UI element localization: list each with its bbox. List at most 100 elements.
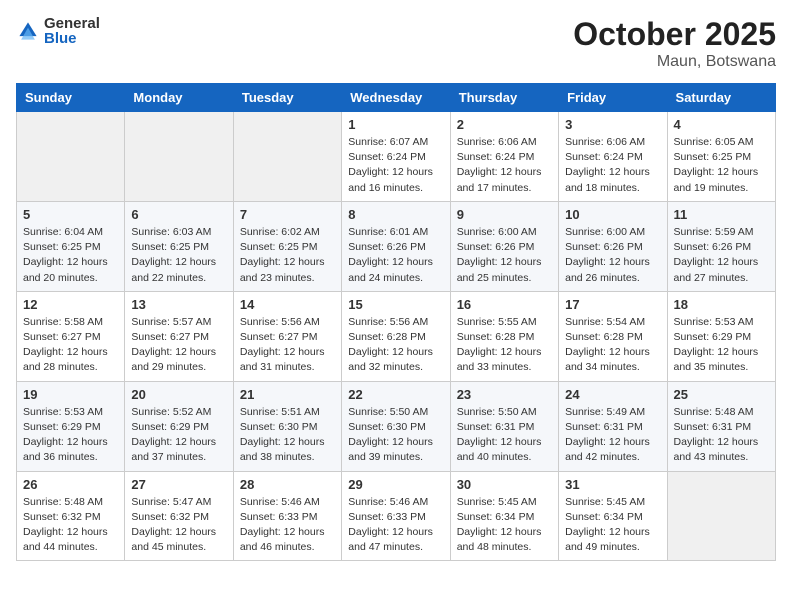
day-number: 31	[565, 477, 660, 492]
day-info: Sunrise: 5:55 AM Sunset: 6:28 PM Dayligh…	[457, 315, 552, 376]
day-number: 5	[23, 207, 118, 222]
day-info: Sunrise: 5:54 AM Sunset: 6:28 PM Dayligh…	[565, 315, 660, 376]
calendar-day-cell: 31Sunrise: 5:45 AM Sunset: 6:34 PM Dayli…	[559, 471, 667, 561]
day-number: 30	[457, 477, 552, 492]
day-info: Sunrise: 6:03 AM Sunset: 6:25 PM Dayligh…	[131, 225, 226, 286]
day-info: Sunrise: 6:04 AM Sunset: 6:25 PM Dayligh…	[23, 225, 118, 286]
calendar-day-cell: 25Sunrise: 5:48 AM Sunset: 6:31 PM Dayli…	[667, 381, 775, 471]
weekday-header: Tuesday	[233, 84, 341, 112]
calendar-week-row: 5 Sunrise: 6:04 AM Sunset: 6:25 PM Daylig…	[17, 201, 776, 291]
calendar-day-cell: 21Sunrise: 5:51 AM Sunset: 6:30 PM Dayli…	[233, 381, 341, 471]
day-info: Sunrise: 5:50 AM Sunset: 6:30 PM Dayligh…	[348, 405, 443, 466]
calendar-week-row: 12 Sunrise: 5:58 AM Sunset: 6:27 PM Dayli…	[17, 291, 776, 381]
calendar-day-cell	[17, 112, 125, 202]
day-number: 6	[131, 207, 226, 222]
calendar-day-cell: 11 Sunrise: 5:59 AM Sunset: 6:26 PM Dayli…	[667, 201, 775, 291]
calendar-day-cell: 10 Sunrise: 6:00 AM Sunset: 6:26 PM Dayli…	[559, 201, 667, 291]
day-info: Sunrise: 6:07 AM Sunset: 6:24 PM Dayligh…	[348, 135, 443, 196]
calendar-day-cell	[125, 112, 233, 202]
calendar-day-cell: 15 Sunrise: 5:56 AM Sunset: 6:28 PM Dayli…	[342, 291, 450, 381]
day-info: Sunrise: 6:01 AM Sunset: 6:26 PM Dayligh…	[348, 225, 443, 286]
day-info: Sunrise: 5:49 AM Sunset: 6:31 PM Dayligh…	[565, 405, 660, 466]
day-info: Sunrise: 5:57 AM Sunset: 6:27 PM Dayligh…	[131, 315, 226, 376]
logo-text: General Blue	[44, 16, 100, 46]
weekday-header: Thursday	[450, 84, 558, 112]
calendar-day-cell: 16Sunrise: 5:55 AM Sunset: 6:28 PM Dayli…	[450, 291, 558, 381]
day-number: 27	[131, 477, 226, 492]
calendar-header-row: SundayMondayTuesdayWednesdayThursdayFrid…	[17, 84, 776, 112]
title-block: October 2025 Maun, Botswana	[573, 16, 776, 71]
day-number: 29	[348, 477, 443, 492]
calendar-day-cell: 12 Sunrise: 5:58 AM Sunset: 6:27 PM Dayli…	[17, 291, 125, 381]
day-number: 14	[240, 297, 335, 312]
calendar-day-cell: 3 Sunrise: 6:06 AM Sunset: 6:24 PM Daylig…	[559, 112, 667, 202]
calendar-day-cell: 23 Sunrise: 5:50 AM Sunset: 6:31 PM Dayli…	[450, 381, 558, 471]
day-info: Sunrise: 5:46 AM Sunset: 6:33 PM Dayligh…	[240, 495, 335, 556]
day-number: 15	[348, 297, 443, 312]
day-number: 22	[348, 387, 443, 402]
day-info: Sunrise: 5:48 AM Sunset: 6:31 PM Dayligh…	[674, 405, 769, 466]
day-info: Sunrise: 6:06 AM Sunset: 6:24 PM Dayligh…	[457, 135, 552, 196]
day-info: Sunrise: 5:53 AM Sunset: 6:29 PM Dayligh…	[23, 405, 118, 466]
day-number: 10	[565, 207, 660, 222]
day-number: 24	[565, 387, 660, 402]
day-number: 28	[240, 477, 335, 492]
day-info: Sunrise: 5:53 AM Sunset: 6:29 PM Dayligh…	[674, 315, 769, 376]
calendar-day-cell: 19 Sunrise: 5:53 AM Sunset: 6:29 PM Dayli…	[17, 381, 125, 471]
day-number: 19	[23, 387, 118, 402]
logo-general-label: General	[44, 16, 100, 31]
day-number: 20	[131, 387, 226, 402]
day-number: 23	[457, 387, 552, 402]
calendar-day-cell: 27 Sunrise: 5:47 AM Sunset: 6:32 PM Dayli…	[125, 471, 233, 561]
calendar-day-cell: 24 Sunrise: 5:49 AM Sunset: 6:31 PM Dayli…	[559, 381, 667, 471]
day-number: 11	[674, 207, 769, 222]
weekday-header: Friday	[559, 84, 667, 112]
day-info: Sunrise: 5:56 AM Sunset: 6:27 PM Dayligh…	[240, 315, 335, 376]
weekday-header: Monday	[125, 84, 233, 112]
day-info: Sunrise: 5:58 AM Sunset: 6:27 PM Dayligh…	[23, 315, 118, 376]
calendar-week-row: 19 Sunrise: 5:53 AM Sunset: 6:29 PM Dayli…	[17, 381, 776, 471]
calendar-day-cell: 13 Sunrise: 5:57 AM Sunset: 6:27 PM Dayli…	[125, 291, 233, 381]
day-info: Sunrise: 5:46 AM Sunset: 6:33 PM Dayligh…	[348, 495, 443, 556]
day-info: Sunrise: 6:06 AM Sunset: 6:24 PM Dayligh…	[565, 135, 660, 196]
calendar-table: SundayMondayTuesdayWednesdayThursdayFrid…	[16, 83, 776, 561]
day-info: Sunrise: 6:00 AM Sunset: 6:26 PM Dayligh…	[457, 225, 552, 286]
calendar-day-cell: 6 Sunrise: 6:03 AM Sunset: 6:25 PM Daylig…	[125, 201, 233, 291]
day-info: Sunrise: 6:05 AM Sunset: 6:25 PM Dayligh…	[674, 135, 769, 196]
logo-icon	[16, 19, 40, 43]
day-number: 4	[674, 117, 769, 132]
logo-blue-label: Blue	[44, 31, 100, 46]
calendar-day-cell: 9Sunrise: 6:00 AM Sunset: 6:26 PM Daylig…	[450, 201, 558, 291]
day-info: Sunrise: 5:52 AM Sunset: 6:29 PM Dayligh…	[131, 405, 226, 466]
day-number: 13	[131, 297, 226, 312]
page-header: General Blue October 2025 Maun, Botswana	[16, 16, 776, 71]
calendar-day-cell: 17 Sunrise: 5:54 AM Sunset: 6:28 PM Dayli…	[559, 291, 667, 381]
day-info: Sunrise: 6:00 AM Sunset: 6:26 PM Dayligh…	[565, 225, 660, 286]
day-number: 12	[23, 297, 118, 312]
day-info: Sunrise: 5:59 AM Sunset: 6:26 PM Dayligh…	[674, 225, 769, 286]
day-number: 3	[565, 117, 660, 132]
calendar-day-cell: 18Sunrise: 5:53 AM Sunset: 6:29 PM Dayli…	[667, 291, 775, 381]
logo: General Blue	[16, 16, 100, 46]
day-info: Sunrise: 5:45 AM Sunset: 6:34 PM Dayligh…	[457, 495, 552, 556]
weekday-header: Wednesday	[342, 84, 450, 112]
day-number: 26	[23, 477, 118, 492]
day-info: Sunrise: 5:47 AM Sunset: 6:32 PM Dayligh…	[131, 495, 226, 556]
weekday-header: Sunday	[17, 84, 125, 112]
calendar-week-row: 26 Sunrise: 5:48 AM Sunset: 6:32 PM Dayli…	[17, 471, 776, 561]
day-number: 2	[457, 117, 552, 132]
day-info: Sunrise: 6:02 AM Sunset: 6:25 PM Dayligh…	[240, 225, 335, 286]
calendar-day-cell: 8Sunrise: 6:01 AM Sunset: 6:26 PM Daylig…	[342, 201, 450, 291]
calendar-day-cell	[233, 112, 341, 202]
day-info: Sunrise: 5:48 AM Sunset: 6:32 PM Dayligh…	[23, 495, 118, 556]
calendar-day-cell: 22 Sunrise: 5:50 AM Sunset: 6:30 PM Dayli…	[342, 381, 450, 471]
day-number: 17	[565, 297, 660, 312]
day-info: Sunrise: 5:50 AM Sunset: 6:31 PM Dayligh…	[457, 405, 552, 466]
day-number: 1	[348, 117, 443, 132]
calendar-day-cell	[667, 471, 775, 561]
calendar-day-cell: 5 Sunrise: 6:04 AM Sunset: 6:25 PM Daylig…	[17, 201, 125, 291]
day-number: 21	[240, 387, 335, 402]
day-info: Sunrise: 5:56 AM Sunset: 6:28 PM Dayligh…	[348, 315, 443, 376]
location-subtitle: Maun, Botswana	[573, 53, 776, 71]
calendar-day-cell: 1 Sunrise: 6:07 AM Sunset: 6:24 PM Daylig…	[342, 112, 450, 202]
